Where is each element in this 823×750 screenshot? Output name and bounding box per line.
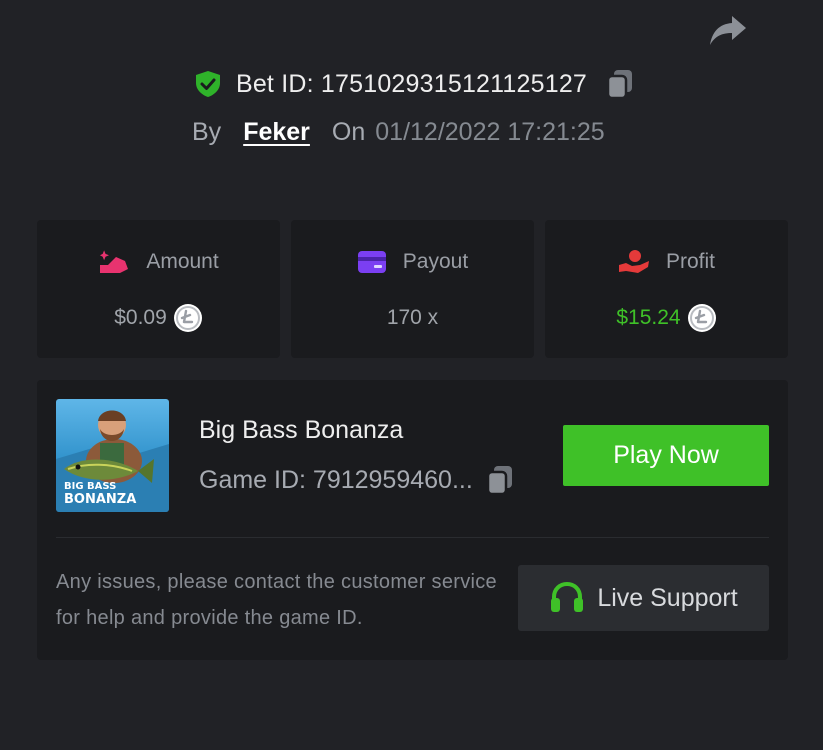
by-label: By xyxy=(192,117,222,146)
amount-card: Amount $0.09 xyxy=(37,220,280,358)
thumb-line1: BIG BASS xyxy=(64,481,116,492)
profit-label: Profit xyxy=(665,250,715,273)
live-support-label: Live Support xyxy=(597,583,738,612)
play-now-button[interactable]: Play Now xyxy=(563,425,769,486)
litecoin-icon xyxy=(173,304,202,332)
copy-icon[interactable] xyxy=(605,68,635,100)
profit-card: Profit $15.24 xyxy=(545,220,788,358)
payout-label: Payout xyxy=(402,250,469,273)
share-icon xyxy=(710,16,746,45)
payout-card: Payout 170 x xyxy=(291,220,534,358)
amount-icon xyxy=(100,250,129,273)
profit-value: $15.24 xyxy=(616,306,681,329)
amount-label: Amount xyxy=(146,250,219,273)
headset-icon xyxy=(551,581,584,612)
shield-check-icon xyxy=(195,71,220,97)
game-id-text: Game ID: 7912959460... xyxy=(199,465,473,494)
game-thumbnail-image: BIG BASS BONANZA xyxy=(56,399,169,512)
bet-id-text: Bet ID: 1751029315121125127 xyxy=(235,69,588,98)
litecoin-icon xyxy=(687,304,716,332)
on-label: On xyxy=(331,117,366,146)
bet-date: 01/12/2022 17:21:25 xyxy=(375,117,605,146)
live-support-button[interactable]: Live Support xyxy=(518,565,769,631)
bet-id-row: Bet ID: 1751029315121125127 xyxy=(0,66,823,102)
game-card: BIG BASS BONANZA Big Bass Bonanza Game I… xyxy=(37,380,788,660)
copy-icon[interactable] xyxy=(485,464,515,496)
divider xyxy=(56,537,769,538)
thumb-line2: BONANZA xyxy=(64,492,136,507)
card-icon xyxy=(357,251,386,273)
payout-value: 170 x xyxy=(386,306,439,329)
amount-value: $0.09 xyxy=(114,306,167,329)
game-thumbnail[interactable]: BIG BASS BONANZA xyxy=(56,399,169,512)
game-id-row: Game ID: 7912959460... xyxy=(199,464,515,496)
support-message: Any issues, please contact the customer … xyxy=(56,571,497,629)
username-link[interactable]: Feker xyxy=(243,118,310,147)
game-name: Big Bass Bonanza xyxy=(199,416,404,444)
share-button[interactable] xyxy=(706,10,750,50)
bet-meta-row: By Feker On 01/12/2022 17:21:25 xyxy=(192,114,605,150)
hand-user-icon xyxy=(618,250,649,273)
